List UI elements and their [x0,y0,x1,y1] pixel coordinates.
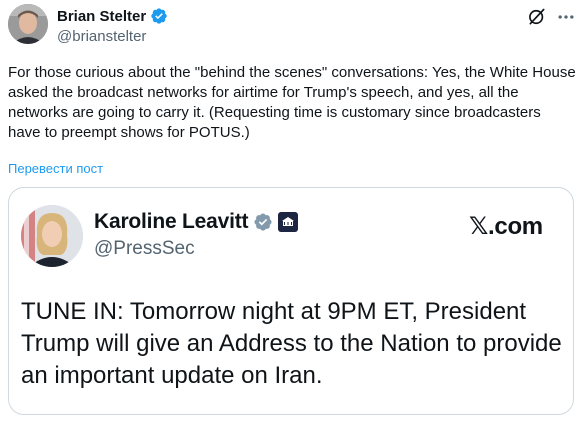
grok-icon[interactable] [527,7,547,27]
author-handle[interactable]: @brianstelter [57,28,168,45]
tweet: Brian Stelter @brianstelter For those cu… [0,0,582,424]
author-name-row: Brian Stelter [57,7,168,25]
card-body-text: TUNE IN: Tomorrow night at 9PM ET, Presi… [21,298,562,389]
government-verified-icon[interactable] [253,212,273,232]
verified-badge-icon[interactable] [150,7,168,25]
author-avatar[interactable] [8,4,48,44]
card-source-domain: 𝕏.com [469,213,543,240]
author-block: Brian Stelter @brianstelter [57,7,168,45]
card-name-row: Karoline Leavitt [94,210,299,234]
embedded-post-card[interactable]: Karoline Leavitt @PressSec 𝕏.com TUNE IN… [8,187,574,415]
card-author-display-name[interactable]: Karoline Leavitt [94,210,249,234]
post-text: For those curious about the "behind the … [8,64,576,141]
translate-post-link[interactable]: Перевести пост [8,161,103,176]
author-display-name[interactable]: Brian Stelter [57,8,146,25]
card-author-avatar[interactable] [21,205,83,267]
card-author-handle[interactable]: @PressSec [94,238,195,260]
white-house-affiliate-icon[interactable] [278,212,299,232]
more-icon[interactable] [556,7,576,27]
